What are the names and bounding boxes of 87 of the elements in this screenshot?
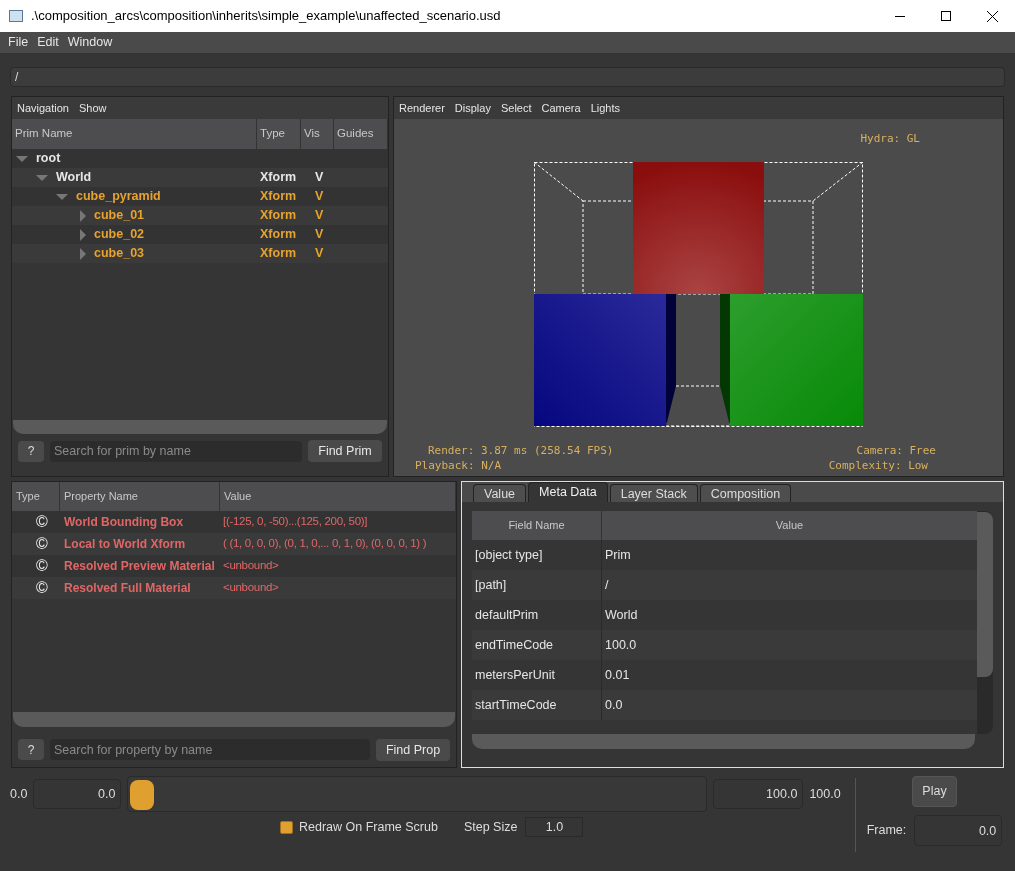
field-value: Prim: [604, 546, 631, 564]
viewport[interactable]: Hydra: GL Render: 3.87 ms (258.54 FPS) Playback: N/A Camera: Free Complexity: Low: [394, 119, 1003, 476]
prim-visibility[interactable]: V: [304, 244, 346, 263]
column-header[interactable]: Value: [602, 511, 977, 540]
window-title: .\composition_arcs\composition\inherits\simple_example\unaffected_scenario.usd: [31, 7, 502, 26]
tab[interactable]: Composition: [699, 484, 792, 502]
prim-visibility[interactable]: V: [304, 206, 346, 225]
tab[interactable]: Value: [473, 484, 527, 502]
timeline-slider-thumb[interactable]: [130, 780, 155, 810]
renderer-label: Hydra: GL: [860, 131, 920, 147]
property-value: <unbound>: [222, 580, 280, 596]
menu-item[interactable]: Select: [500, 99, 532, 117]
field-value: 0.0: [604, 696, 623, 714]
property-name[interactable]: Resolved Preview Material: [60, 556, 220, 575]
menu-item[interactable]: Show: [79, 99, 107, 117]
property-value: <unbound>: [222, 558, 280, 574]
expanded-arrow-icon[interactable]: [56, 193, 68, 200]
menu-item[interactable]: Navigation: [17, 99, 69, 117]
prim-type: Xform: [259, 169, 298, 187]
close-icon: [986, 10, 998, 22]
prim-type: Xform: [259, 188, 298, 206]
play-button[interactable]: Play: [912, 776, 957, 807]
menu-item[interactable]: Camera: [541, 99, 581, 117]
help-button[interactable]: ?: [18, 739, 44, 761]
scrollbar[interactable]: [13, 420, 387, 434]
computed-type-icon: ©: [36, 513, 60, 530]
scrollbar[interactable]: [13, 712, 455, 727]
render-stats: Render: 3.87 ms (258.54 FPS): [428, 442, 614, 459]
prim-visibility[interactable]: V: [304, 187, 346, 206]
checkbox-label[interactable]: Redraw On Frame Scrub: [299, 817, 438, 837]
field-value: World: [604, 606, 638, 624]
complexity-label: Complexity: Low: [828, 457, 928, 474]
find-button[interactable]: Find Prop: [376, 739, 450, 761]
column-header[interactable]: Type: [12, 482, 60, 511]
end-frame-field[interactable]: 100.0: [713, 779, 804, 809]
field-value: 0.01: [604, 666, 630, 684]
expanded-arrow-icon[interactable]: [16, 155, 28, 162]
computed-type-icon: ©: [36, 557, 60, 574]
find-button[interactable]: Find Prim: [308, 440, 382, 462]
tab[interactable]: Meta Data: [528, 482, 608, 502]
start-frame-field[interactable]: 0.0: [33, 779, 122, 809]
property-value: [(-125, 0, -50)...(125, 200, 50)]: [222, 514, 369, 530]
frame-field[interactable]: 0.0: [914, 815, 1003, 846]
path-field[interactable]: /: [10, 67, 1005, 87]
column-header[interactable]: Value: [220, 482, 456, 511]
step-size-label: Step Size: [463, 818, 518, 836]
checkbox[interactable]: [280, 820, 293, 834]
prim-visibility[interactable]: V: [304, 225, 346, 244]
expanded-arrow-icon[interactable]: [36, 174, 48, 181]
prim-type: Xform: [259, 245, 298, 263]
playback-label: Playback: N/A: [415, 457, 502, 474]
collapsed-arrow-icon[interactable]: [80, 247, 86, 260]
prim-name[interactable]: cube_02: [94, 225, 145, 244]
menu-item[interactable]: Lights: [590, 99, 620, 117]
camera-label: Camera: Free: [856, 442, 936, 459]
app-icon: [9, 10, 23, 22]
scrollbar[interactable]: [472, 734, 975, 749]
property-value: ( (1, 0, 0, 0), (0, 1, 0,... 0, 1, 0), (0, 0, 0, 1) ): [222, 536, 428, 552]
column-header[interactable]: Property Name: [60, 482, 220, 511]
property-name[interactable]: World Bounding Box: [60, 512, 220, 531]
computed-type-icon: ©: [36, 535, 60, 552]
start-frame-label: 0.0: [10, 785, 28, 803]
prim-type: Xform: [259, 207, 298, 225]
menu-item[interactable]: Display: [454, 99, 491, 117]
step-size-field[interactable]: 1.0: [525, 817, 584, 837]
menu-item[interactable]: Renderer: [399, 99, 445, 117]
help-button[interactable]: ?: [18, 440, 44, 462]
search-field[interactable]: Search for property by name: [50, 739, 370, 761]
menu-item[interactable]: Edit: [37, 33, 59, 52]
prim-name[interactable]: World: [56, 168, 92, 187]
end-frame-label: 100.0: [809, 785, 841, 803]
computed-type-icon: ©: [36, 579, 60, 596]
field-value: /: [604, 576, 609, 594]
frame-label: Frame:: [866, 822, 907, 840]
scrollbar[interactable]: [977, 511, 993, 734]
tab[interactable]: Layer Stack: [609, 484, 698, 502]
prim-name[interactable]: cube_pyramid: [76, 187, 161, 206]
field-name: startTimeCode: [472, 690, 602, 720]
prim-name[interactable]: cube_01: [94, 206, 145, 225]
prim-visibility[interactable]: V: [304, 168, 346, 187]
prim-name[interactable]: cube_03: [94, 244, 145, 263]
prim-type: Xform: [259, 226, 298, 244]
prim-name[interactable]: root: [36, 149, 61, 168]
field-value: 100.0: [604, 636, 637, 654]
menu-item[interactable]: Window: [67, 33, 113, 52]
search-field[interactable]: Search for prim by name: [50, 440, 302, 462]
menu-item[interactable]: File: [8, 33, 29, 52]
